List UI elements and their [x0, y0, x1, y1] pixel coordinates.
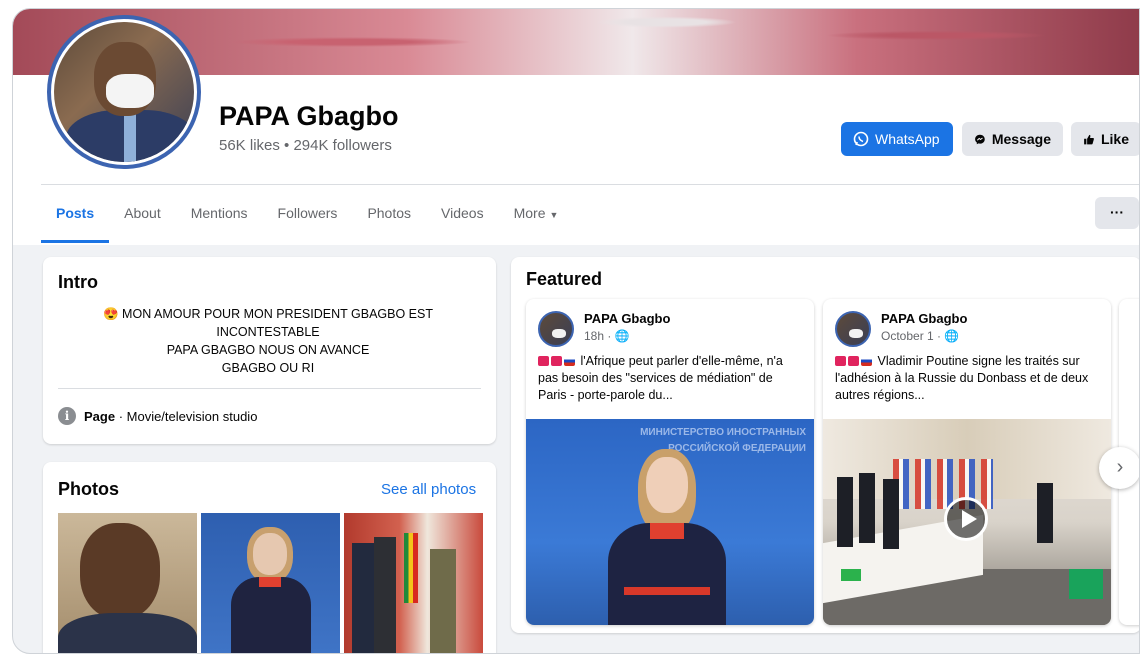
- play-icon[interactable]: [944, 497, 988, 541]
- thumb-figure: [352, 543, 374, 653]
- thumb-figure: [231, 577, 311, 653]
- intro-bio: 😍 MON AMOUR POUR MON PRESIDENT GBAGBO ES…: [58, 305, 478, 377]
- post-text-body: Vladimir Poutine signe les traités sur l…: [835, 354, 1089, 402]
- video-figure: [1037, 483, 1053, 543]
- speaker-figure: [646, 457, 688, 513]
- channel-logo: [1069, 569, 1103, 599]
- tab-about[interactable]: About: [109, 195, 176, 243]
- post-author-avatar[interactable]: [835, 311, 871, 347]
- tab-more-label: More: [513, 205, 546, 221]
- page-tabs: Posts About Mentions Followers Photos Vi…: [41, 195, 573, 243]
- featured-title: Featured: [526, 269, 603, 289]
- intro-title: Intro: [58, 272, 98, 292]
- page-category-label: Page: [84, 408, 116, 424]
- tab-photos[interactable]: Photos: [352, 195, 426, 243]
- tab-more[interactable]: More ▼: [499, 195, 574, 243]
- post-timestamp[interactable]: 18h · 🌐: [584, 329, 630, 343]
- thumb-figure: [430, 549, 456, 653]
- tab-followers[interactable]: Followers: [263, 195, 353, 243]
- page-category-value: · Movie/television studio: [115, 408, 258, 424]
- red-emoji-icon: [835, 356, 846, 366]
- page-category: i Page · Movie/television studio: [58, 407, 257, 425]
- video-figure: [837, 477, 853, 547]
- photo-thumbnail[interactable]: [201, 513, 340, 653]
- thumb-figure: [259, 577, 281, 587]
- photos-card: Photos See all photos: [43, 462, 496, 653]
- post-author[interactable]: PAPA Gbagbo: [881, 311, 967, 326]
- video-figure: [859, 473, 875, 543]
- featured-post[interactable]: PAPA Gbagbo 18h · 🌐 l'Afrique peut parle…: [526, 299, 814, 625]
- intro-bio-line: INCONTESTABLE: [216, 325, 320, 339]
- whatsapp-icon: [853, 131, 869, 147]
- post-author[interactable]: PAPA Gbagbo: [584, 311, 670, 326]
- post-author-avatar[interactable]: [538, 311, 574, 347]
- see-all-photos-link[interactable]: See all photos: [381, 481, 476, 498]
- messenger-icon: [975, 134, 985, 144]
- post-text: Vladimir Poutine signe les traités sur l…: [835, 353, 1101, 404]
- post-image-banner: МИНИСТЕРСТВО ИНОСТРАННЫХ РОССИЙСКОЙ ФЕДЕ…: [640, 427, 806, 454]
- profile-picture[interactable]: [47, 15, 201, 169]
- intro-bio-line: PAPA GBAGBO NOUS ON AVANCE: [166, 343, 370, 357]
- intro-divider: [58, 388, 481, 389]
- red-emoji-icon: [848, 356, 859, 366]
- message-button[interactable]: Message: [962, 122, 1063, 156]
- post-image[interactable]: МИНИСТЕРСТВО ИНОСТРАННЫХ РОССИЙСКОЙ ФЕДЕ…: [526, 419, 814, 625]
- red-emoji-icon: [551, 356, 562, 366]
- intro-card: Intro 😍 MON AMOUR POUR MON PRESIDENT GBA…: [43, 257, 496, 444]
- featured-post[interactable]: PAPA Gbagbo October 1 · 🌐 Vladimir Pouti…: [823, 299, 1111, 625]
- thumbs-up-icon: [1084, 134, 1094, 144]
- page-stats[interactable]: 56K likes • 294K followers: [219, 137, 392, 154]
- channel-logo: [841, 569, 861, 581]
- red-emoji-icon: [538, 356, 549, 366]
- russia-flag-icon: [861, 356, 872, 366]
- message-button-label: Message: [991, 131, 1051, 147]
- page-title: PAPA Gbagbo: [219, 101, 399, 131]
- photos-title: Photos: [58, 479, 119, 499]
- avatar-mask: [849, 329, 863, 338]
- intro-bio-line: GBAGBO OU RI: [221, 361, 315, 375]
- avatar-mask: [552, 329, 566, 338]
- more-options-button[interactable]: ···: [1095, 197, 1139, 229]
- thumb-figure: [253, 533, 287, 575]
- featured-card: Featured PAPA Gbagbo 18h · 🌐 l'Afrique p…: [511, 257, 1139, 633]
- like-button-label: Like: [1100, 131, 1129, 147]
- header-divider: [41, 184, 1139, 185]
- whatsapp-button[interactable]: WhatsApp: [841, 122, 953, 156]
- profile-tie: [124, 112, 136, 162]
- thumb-figure: [374, 537, 396, 653]
- chevron-down-icon: ▼: [549, 210, 559, 220]
- video-figure: [883, 479, 899, 549]
- tab-videos[interactable]: Videos: [426, 195, 499, 243]
- info-icon: i: [58, 407, 76, 425]
- thumb-figure: [58, 613, 197, 653]
- post-timestamp[interactable]: October 1 · 🌐: [881, 329, 959, 343]
- photo-thumbnail[interactable]: [344, 513, 483, 653]
- intro-bio-line: 😍 MON AMOUR POUR MON PRESIDENT GBAGBO ES…: [103, 307, 433, 321]
- profile-picture-image: [54, 22, 194, 162]
- photo-thumbnail[interactable]: [58, 513, 197, 653]
- profile-mask: [106, 74, 154, 108]
- speaker-figure: [650, 523, 684, 539]
- thumb-flag: [404, 533, 418, 603]
- tab-posts[interactable]: Posts: [41, 195, 110, 243]
- facebook-page-frame: PAPA Gbagbo 56K likes • 294K followers W…: [12, 8, 1140, 654]
- chevron-right-icon[interactable]: ›: [1099, 447, 1139, 489]
- whatsapp-button-label: WhatsApp: [875, 131, 940, 147]
- russia-flag-icon: [564, 356, 575, 366]
- tab-mentions[interactable]: Mentions: [176, 195, 263, 243]
- speaker-figure: [624, 587, 710, 595]
- post-text: l'Afrique peut parler d'elle-même, n'a p…: [538, 353, 804, 404]
- like-button[interactable]: Like: [1071, 122, 1139, 156]
- thumb-figure: [80, 523, 160, 619]
- post-video[interactable]: [823, 419, 1111, 625]
